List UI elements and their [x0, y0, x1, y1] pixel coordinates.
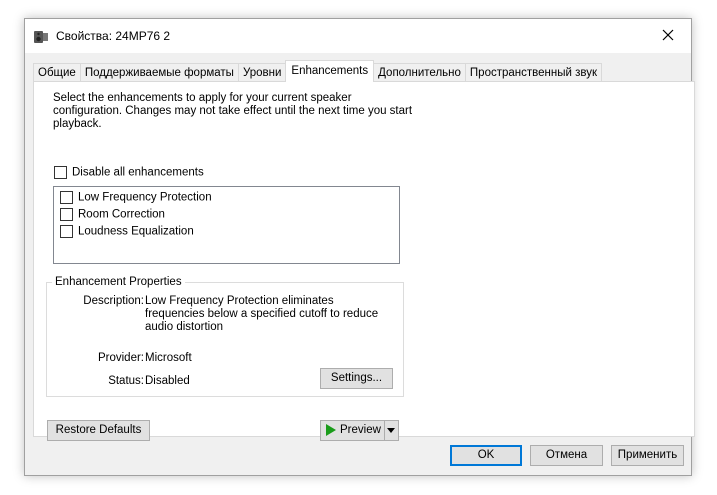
tab-strip: Общие Поддерживаемые форматы Уровни Enha… — [33, 60, 603, 82]
close-icon — [662, 29, 674, 44]
description-value: Low Frequency Protection eliminates freq… — [145, 295, 379, 333]
enhancements-panel: Select the enhancements to apply for you… — [33, 81, 695, 441]
disable-all-label: Disable all enhancements — [72, 166, 204, 179]
restore-defaults-button[interactable]: Restore Defaults — [47, 420, 150, 441]
tab-supported-formats[interactable]: Поддерживаемые форматы — [79, 63, 239, 82]
status-label: Status: — [108, 375, 144, 387]
enhancement-label: Room Correction — [78, 208, 165, 221]
list-item[interactable]: Room Correction — [60, 208, 165, 221]
tab-enhancements[interactable]: Enhancements — [285, 60, 375, 82]
tab-spatial-sound[interactable]: Пространственный звук — [464, 63, 603, 82]
enhancements-list[interactable]: Low Frequency Protection Room Correction… — [53, 186, 400, 264]
list-item[interactable]: Loudness Equalization — [60, 225, 194, 238]
enhancement-checkbox[interactable] — [60, 225, 73, 238]
list-item[interactable]: Low Frequency Protection — [60, 191, 212, 204]
window-title: Свойства: 24MP76 2 — [56, 29, 171, 43]
provider-label: Provider: — [97, 352, 144, 364]
play-icon — [326, 424, 336, 436]
speaker-icon — [34, 30, 50, 44]
status-value: Disabled — [145, 375, 190, 387]
description-label: Description: — [83, 295, 144, 307]
split-divider — [384, 421, 385, 440]
apply-button[interactable]: Применить — [611, 445, 684, 466]
ok-button[interactable]: OK — [450, 445, 522, 466]
enhancement-checkbox[interactable] — [60, 208, 73, 221]
close-button[interactable] — [645, 19, 691, 53]
group-title: Enhancement Properties — [52, 276, 185, 288]
properties-dialog: Свойства: 24MP76 2 Общие Поддерживаемые … — [24, 18, 695, 476]
title-bar: Свойства: 24MP76 2 — [25, 19, 691, 53]
tab-levels[interactable]: Уровни — [237, 63, 287, 82]
enhancement-label: Loudness Equalization — [78, 225, 194, 238]
cancel-button[interactable]: Отмена — [530, 445, 603, 466]
chevron-down-icon[interactable] — [387, 428, 395, 433]
enhancement-label: Low Frequency Protection — [78, 191, 212, 204]
enhancements-description: Select the enhancements to apply for you… — [53, 92, 413, 130]
tab-general[interactable]: Общие — [33, 63, 81, 82]
preview-label: Preview — [340, 424, 381, 436]
settings-button[interactable]: Settings... — [320, 368, 393, 389]
provider-value: Microsoft — [145, 352, 192, 364]
disable-all-checkbox[interactable] — [54, 166, 67, 179]
preview-button[interactable]: Preview — [320, 420, 399, 441]
tab-advanced[interactable]: Дополнительно — [373, 63, 466, 82]
enhancement-properties-group: Enhancement Properties Description: Low … — [46, 276, 404, 397]
disable-all-row[interactable]: Disable all enhancements — [54, 166, 204, 179]
enhancement-checkbox[interactable] — [60, 191, 73, 204]
